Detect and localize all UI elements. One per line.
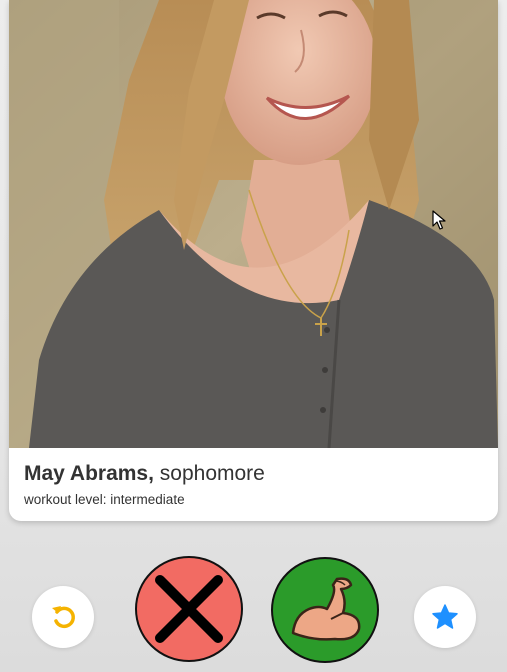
x-icon [155, 575, 223, 643]
profile-photo [9, 0, 498, 448]
nope-button[interactable] [135, 556, 243, 662]
super-like-button[interactable] [414, 586, 476, 648]
like-button[interactable] [271, 557, 379, 663]
profile-year: sophomore [159, 462, 265, 485]
profile-name: May Abrams [24, 462, 149, 485]
workout-level: workout level: intermediate [24, 492, 185, 507]
name-separator: , [148, 462, 154, 485]
profile-name-line: May Abrams, sophomore [24, 458, 483, 490]
undo-icon [52, 606, 75, 629]
star-icon [432, 604, 458, 629]
flexed-bicep-icon [291, 577, 361, 641]
undo-button[interactable] [32, 586, 94, 648]
profile-info: May Abrams, sophomore workout level: int… [24, 458, 483, 507]
profile-card[interactable]: May Abrams, sophomore workout level: int… [9, 0, 498, 521]
mouse-cursor-icon [432, 210, 446, 235]
